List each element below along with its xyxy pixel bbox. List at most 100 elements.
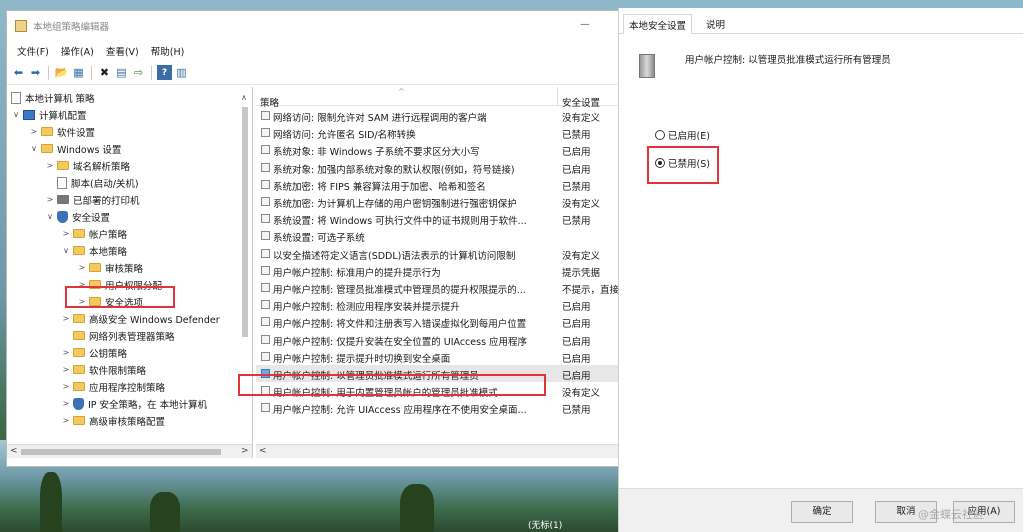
tree-item-security-options[interactable]: > 安全选项 <box>77 293 143 310</box>
radio-disabled-circle[interactable] <box>655 158 665 168</box>
policy-row[interactable]: 用户帐户控制: 检测应用程序安装并提示提升 已启用 <box>256 296 623 313</box>
policy-list: ^ 策略 安全设置 网络访问: 限制允许对 SAM 进行远程调用的客户端 没有定义… <box>256 87 623 458</box>
tree-item-network-list-manager[interactable]: 网络列表管理器策略 <box>71 327 175 344</box>
tree-item-label: 帐户策略 <box>89 229 128 241</box>
chevron-right-icon[interactable]: > <box>61 399 71 408</box>
scroll-up-icon[interactable]: ∧ <box>241 93 247 102</box>
tab-explain[interactable]: 说明 <box>701 14 730 34</box>
tree-item-label: 安全设置 <box>72 212 111 224</box>
policy-row[interactable]: 用户帐户控制: 提示提升时切换到安全桌面 已启用 <box>256 348 623 365</box>
menu-help[interactable]: 帮助(H) <box>145 44 191 58</box>
chevron-down-icon[interactable]: ∨ <box>11 110 21 119</box>
tree-item-advanced-audit[interactable]: > 高级审核策略配置 <box>61 412 165 429</box>
tree-item-software-settings[interactable]: > 软件设置 <box>29 123 95 140</box>
minimize-button[interactable]: — <box>579 19 591 30</box>
up-folder-icon[interactable]: 📂 <box>54 65 69 80</box>
policy-setting-icon <box>261 283 270 292</box>
policy-row[interactable]: 用户帐户控制: 用于内置管理员帐户的管理员批准模式 没有定义 <box>256 382 623 399</box>
chevron-right-icon[interactable]: > <box>45 195 55 204</box>
policy-row[interactable]: 系统对象: 加强内部系统对象的默认权限(例如，符号链接) 已启用 <box>256 159 623 176</box>
export-icon[interactable]: ⇨ <box>131 65 146 80</box>
policy-row[interactable]: 用户帐户控制: 标准用户的提升提示行为 提示凭据 <box>256 262 623 279</box>
radio-disabled[interactable]: 已禁用(S) <box>655 156 710 170</box>
policy-row[interactable]: 用户帐户控制: 管理员批准模式中管理员的提升权限提示的... 不提示，直接 <box>256 279 623 296</box>
chevron-right-icon[interactable]: > <box>61 348 71 357</box>
chevron-right-icon[interactable]: > <box>77 280 87 289</box>
policy-setting-icon <box>261 248 270 258</box>
policy-name: 用户帐户控制: 用于内置管理员帐户的管理员批准模式 <box>273 388 498 400</box>
chevron-down-icon[interactable]: ∨ <box>61 246 71 255</box>
tree-item-windows-defender-firewall[interactable]: > 高级安全 Windows Defender <box>61 310 220 327</box>
menu-view[interactable]: 查看(V) <box>100 44 145 58</box>
properties-icon[interactable]: ▤ <box>114 65 129 80</box>
chevron-right-icon[interactable]: > <box>77 297 87 306</box>
toolbar-separator <box>48 65 49 80</box>
radio-enabled[interactable]: 已启用(E) <box>655 128 710 142</box>
radio-enabled-circle[interactable] <box>655 130 665 140</box>
delete-icon[interactable]: ✖ <box>97 65 112 80</box>
column-divider[interactable] <box>557 87 558 106</box>
radio-enabled-label: 已启用(E) <box>668 131 710 142</box>
tree-vertical-scrollbar[interactable]: ∧ <box>239 93 251 432</box>
scrollbar-thumb[interactable] <box>21 449 221 455</box>
tree-item-user-rights[interactable]: > 用户权限分配 <box>77 276 162 293</box>
view-icon[interactable]: ▥ <box>174 65 189 80</box>
tree-horizontal-scrollbar[interactable]: < > <box>7 444 252 458</box>
back-icon[interactable]: ⬅ <box>11 65 26 80</box>
chevron-right-icon[interactable]: > <box>45 161 55 170</box>
policy-row[interactable]: 系统加密: 将 FIPS 兼容算法用于加密、哈希和签名 已禁用 <box>256 176 623 193</box>
help-icon[interactable]: ? <box>157 65 172 80</box>
chevron-down-icon[interactable]: ∨ <box>29 144 39 153</box>
tree-item-deployed-printers[interactable]: > 已部署的打印机 <box>45 191 140 208</box>
chevron-right-icon[interactable]: > <box>77 263 87 272</box>
scroll-right-icon[interactable]: > <box>241 446 249 456</box>
chevron-right-icon[interactable]: > <box>61 382 71 391</box>
tab-local-security-setting[interactable]: 本地安全设置 <box>623 14 693 34</box>
tree-item-app-control-policies[interactable]: > 应用程序控制策略 <box>61 378 165 395</box>
list-horizontal-scrollbar[interactable]: < <box>256 444 623 458</box>
policy-row[interactable]: 网络访问: 允许匿名 SID/名称转换 已禁用 <box>256 124 623 141</box>
printer-icon <box>57 195 69 204</box>
scrollbar-thumb[interactable] <box>242 107 248 337</box>
forward-icon[interactable]: ➡ <box>28 65 43 80</box>
tree-item-scripts[interactable]: 脚本(启动/关机) <box>55 174 139 191</box>
tree-item-local-policies[interactable]: ∨ 本地策略 <box>61 242 127 259</box>
tree-item-local-computer-policy[interactable]: 本地计算机 策略 <box>9 89 95 106</box>
chevron-right-icon[interactable]: > <box>61 229 71 238</box>
tree-item-audit-policy[interactable]: > 审核策略 <box>77 259 143 276</box>
policy-name: 网络访问: 限制允许对 SAM 进行远程调用的客户端 <box>273 113 487 124</box>
policy-row[interactable]: 用户帐户控制: 允许 UIAccess 应用程序在不使用安全桌面... 已禁用 <box>256 399 623 416</box>
policy-row[interactable]: 网络访问: 限制允许对 SAM 进行远程调用的客户端 没有定义 <box>256 107 623 124</box>
policy-row[interactable]: 用户帐户控制: 以管理员批准模式运行所有管理员 已启用 <box>256 365 623 382</box>
tree-item-ip-security-policies[interactable]: > IP 安全策略，在 本地计算机 <box>61 395 207 412</box>
policy-row[interactable]: 用户帐户控制: 将文件和注册表写入错误虚拟化到每用户位置 已启用 <box>256 313 623 330</box>
chevron-right-icon[interactable]: > <box>61 365 71 374</box>
policy-row[interactable]: 用户帐户控制: 仅提升安装在安全位置的 UIAccess 应用程序 已启用 <box>256 331 623 348</box>
policy-row[interactable]: 系统加密: 为计算机上存储的用户密钥强制进行强密钥保护 没有定义 <box>256 193 623 210</box>
menu-file[interactable]: 文件(F) <box>11 44 55 58</box>
chevron-right-icon[interactable]: > <box>61 416 71 425</box>
tree-item-security-settings[interactable]: ∨ 安全设置 <box>45 208 110 225</box>
policy-row[interactable]: 系统设置: 可选子系统 <box>256 227 623 244</box>
policy-row[interactable]: 以安全描述符定义语言(SDDL)语法表示的计算机访问限制 没有定义 <box>256 245 623 262</box>
policy-row[interactable]: 系统设置: 将 Windows 可执行文件中的证书规则用于软件... 已禁用 <box>256 210 623 227</box>
toolbar: ⬅ ➡ 📂 ▦ ✖ ▤ ⇨ ? ▥ <box>7 61 623 85</box>
chevron-right-icon[interactable]: > <box>61 314 71 323</box>
chevron-down-icon[interactable]: ∨ <box>45 212 55 221</box>
policy-row[interactable]: 系统对象: 非 Windows 子系统不要求区分大小写 已启用 <box>256 141 623 158</box>
ok-button[interactable]: 确定 <box>791 501 853 523</box>
policy-setting-value: 不提示，直接 <box>562 285 620 296</box>
tree-item-name-resolution-policy[interactable]: > 域名解析策略 <box>45 157 130 174</box>
ip-security-icon <box>73 397 84 410</box>
scroll-left-icon[interactable]: < <box>10 446 18 456</box>
policy-name: 网络访问: 允许匿名 SID/名称转换 <box>273 130 416 142</box>
scroll-left-icon[interactable]: < <box>259 446 267 456</box>
tree-item-computer-config[interactable]: ∨ 计算机配置 <box>11 106 87 123</box>
menu-action[interactable]: 操作(A) <box>55 44 100 58</box>
tree-item-account-policies[interactable]: > 帐户策略 <box>61 225 127 242</box>
show-hide-tree-icon[interactable]: ▦ <box>71 65 86 80</box>
chevron-right-icon[interactable]: > <box>29 127 39 136</box>
tree-item-public-key-policies[interactable]: > 公钥策略 <box>61 344 127 361</box>
tree-item-windows-settings[interactable]: ∨ Windows 设置 <box>29 140 121 157</box>
tree-item-software-restriction[interactable]: > 软件限制策略 <box>61 361 146 378</box>
